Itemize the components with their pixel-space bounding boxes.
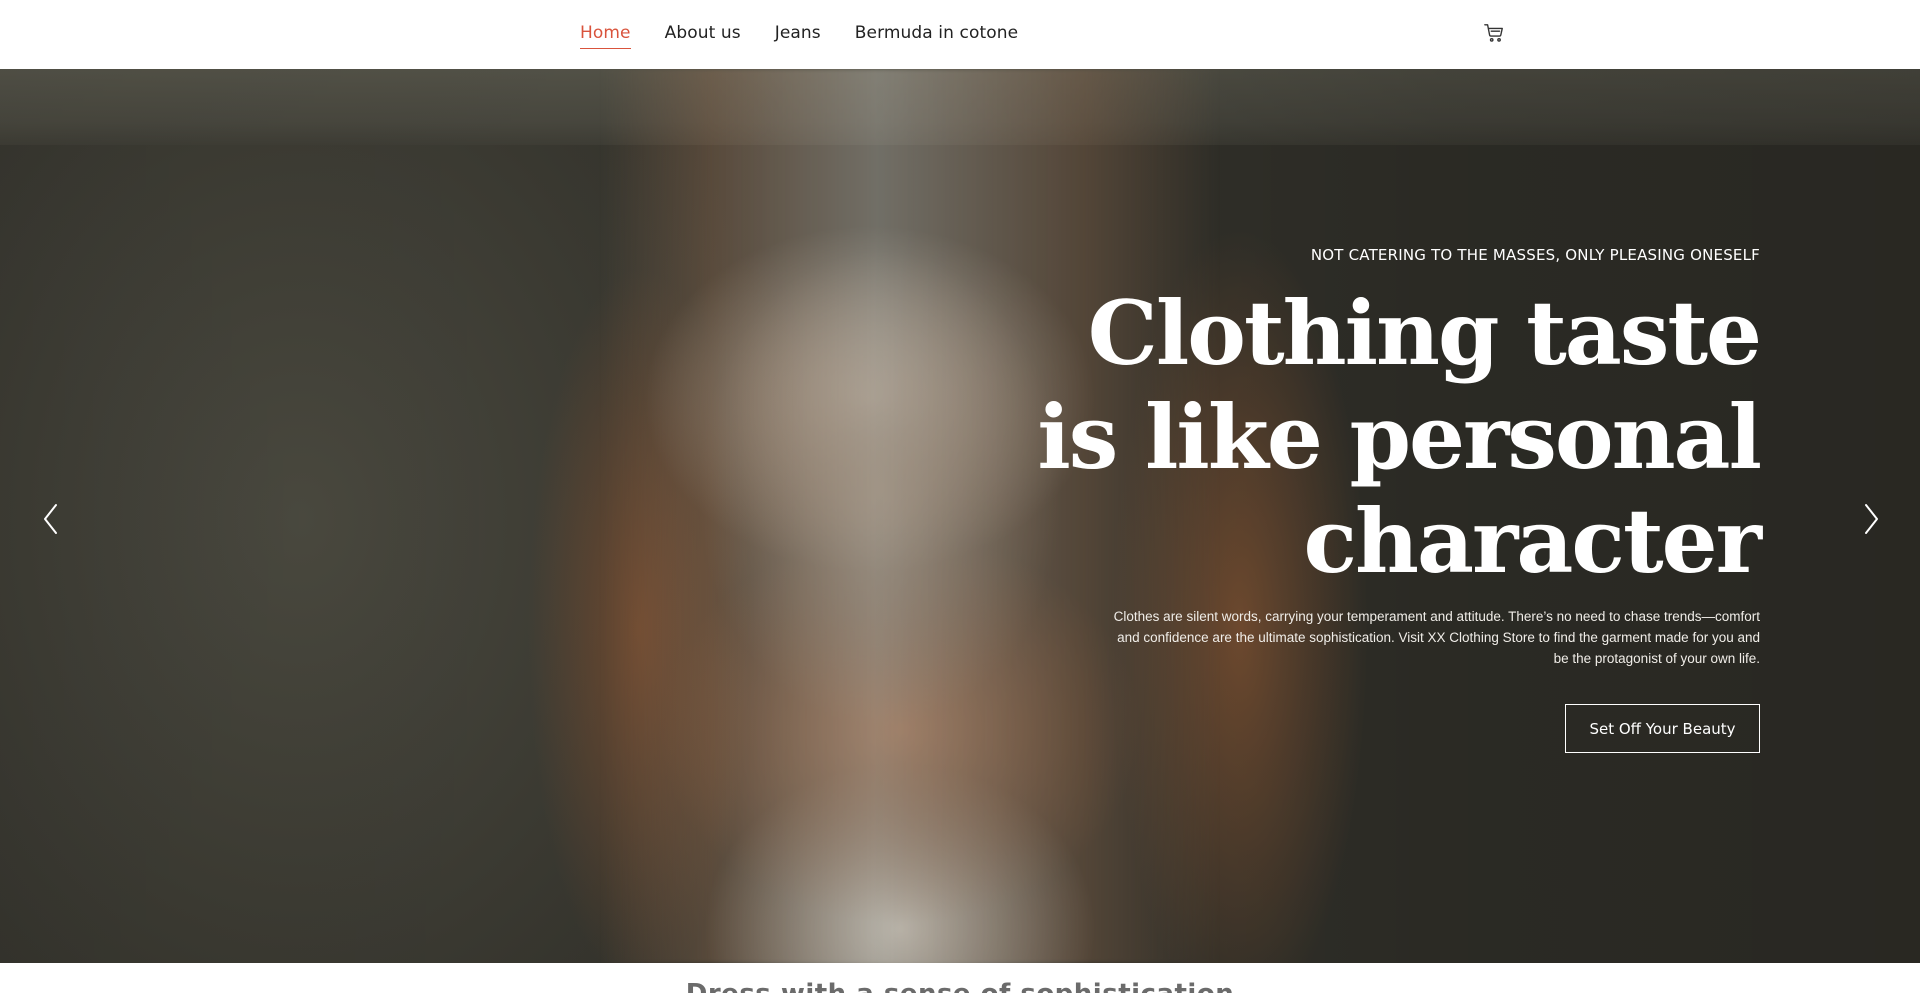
nav-item-home[interactable]: Home: [580, 23, 631, 49]
section-title: Dress with a sense of sophistication: [686, 979, 1234, 993]
headline-line: Clothing taste: [1087, 281, 1762, 385]
headline-line: is like personal: [1037, 385, 1762, 489]
cart-icon[interactable]: [1483, 22, 1505, 44]
hero-content: NOT CATERING TO THE MASSES, ONLY PLEASIN…: [1000, 69, 1762, 963]
site-header: Home About us Jeans Bermuda in cotone: [0, 0, 1920, 69]
hero-eyebrow: NOT CATERING TO THE MASSES, ONLY PLEASIN…: [1310, 246, 1760, 264]
chevron-left-icon[interactable]: [36, 499, 66, 539]
hero-banner: NOT CATERING TO THE MASSES, ONLY PLEASIN…: [0, 69, 1920, 963]
nav-item-bermuda-in-cotone[interactable]: Bermuda in cotone: [855, 23, 1018, 47]
main-nav: Home About us Jeans Bermuda in cotone: [580, 0, 1052, 69]
hero-description: Clothes are silent words, carrying your …: [1113, 609, 1760, 666]
hero-headline: Clothing taste is like personal characte…: [1000, 281, 1762, 593]
nav-item-jeans[interactable]: Jeans: [775, 23, 821, 47]
headline-line: character: [1303, 489, 1762, 593]
set-off-your-beauty-button[interactable]: Set Off Your Beauty: [1565, 704, 1760, 753]
section-title-wrapper: Dress with a sense of sophistication: [0, 963, 1920, 993]
nav-item-about-us[interactable]: About us: [665, 23, 741, 47]
chevron-right-icon[interactable]: [1856, 499, 1886, 539]
